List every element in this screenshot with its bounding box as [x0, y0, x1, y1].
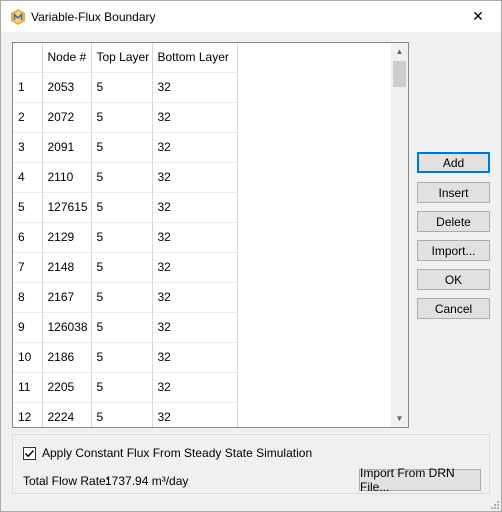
bottom-layer-cell[interactable]: 32	[152, 401, 238, 427]
row-number-cell: 12	[13, 401, 43, 427]
top-layer-cell[interactable]: 5	[91, 251, 153, 282]
column-header-top-layer[interactable]: Top Layer	[91, 43, 153, 72]
cancel-button[interactable]: Cancel	[417, 298, 490, 319]
table-row[interactable]: 4 2110 5 32	[13, 161, 238, 192]
row-number-cell: 7	[13, 251, 43, 282]
node-cell[interactable]: 2148	[42, 251, 92, 282]
table-row[interactable]: 6 2129 5 32	[13, 221, 238, 252]
bottom-layer-cell[interactable]: 32	[152, 251, 238, 282]
bottom-layer-cell[interactable]: 32	[152, 191, 238, 222]
close-icon[interactable]: ✕	[455, 1, 501, 31]
top-layer-cell[interactable]: 5	[91, 101, 153, 132]
top-layer-cell[interactable]: 5	[91, 341, 153, 372]
bottom-layer-cell[interactable]: 32	[152, 371, 238, 402]
top-layer-cell[interactable]: 5	[91, 371, 153, 402]
window-title: Variable-Flux Boundary	[31, 10, 156, 24]
node-cell[interactable]: 2091	[42, 131, 92, 162]
node-cell[interactable]: 127615	[42, 191, 92, 222]
apply-constant-flux-checkbox[interactable]	[23, 447, 36, 460]
table-row[interactable]: 5 127615 5 32	[13, 191, 238, 222]
title-bar: Variable-Flux Boundary ✕	[1, 1, 501, 32]
row-number-cell: 9	[13, 311, 43, 342]
ok-button[interactable]: OK	[417, 269, 490, 290]
top-layer-cell[interactable]: 5	[91, 161, 153, 192]
table-row[interactable]: 9 126038 5 32	[13, 311, 238, 342]
table-header-row: Node # Top Layer Bottom Layer	[13, 43, 238, 72]
node-cell[interactable]: 2224	[42, 401, 92, 427]
node-cell[interactable]: 2186	[42, 341, 92, 372]
total-flow-rate-label: Total Flow Rate:	[23, 474, 110, 488]
add-button[interactable]: Add	[417, 152, 490, 173]
node-cell[interactable]: 126038	[42, 311, 92, 342]
top-layer-cell[interactable]: 5	[91, 281, 153, 312]
table-body: 1 2053 5 32 2 2072 5 32 3 2091 5 32 4 2110 5 32 5 127615 5…	[13, 71, 238, 427]
bottom-layer-cell[interactable]: 32	[152, 221, 238, 252]
table-row[interactable]: 11 2205 5 32	[13, 371, 238, 402]
node-cell[interactable]: 2072	[42, 101, 92, 132]
bottom-layer-cell[interactable]: 32	[152, 71, 238, 102]
top-layer-cell[interactable]: 5	[91, 401, 153, 427]
top-layer-cell[interactable]: 5	[91, 191, 153, 222]
import-from-drn-button[interactable]: Import From DRN File...	[359, 466, 481, 494]
top-layer-cell[interactable]: 5	[91, 311, 153, 342]
row-number-cell: 3	[13, 131, 43, 162]
table-row[interactable]: 12 2224 5 32	[13, 401, 238, 427]
bottom-layer-cell[interactable]: 32	[152, 131, 238, 162]
column-header-node[interactable]: Node #	[42, 43, 92, 72]
check-icon	[25, 450, 35, 458]
row-number-cell: 10	[13, 341, 43, 372]
column-header-bottom-layer[interactable]: Bottom Layer	[152, 43, 238, 72]
row-number-cell: 2	[13, 101, 43, 132]
node-cell[interactable]: 2110	[42, 161, 92, 192]
row-number-cell: 1	[13, 71, 43, 102]
node-cell[interactable]: 2205	[42, 371, 92, 402]
resize-grip-icon[interactable]	[489, 499, 499, 509]
options-panel: Apply Constant Flux From Steady State Si…	[12, 434, 490, 494]
table-row[interactable]: 10 2186 5 32	[13, 341, 238, 372]
row-number-cell: 11	[13, 371, 43, 402]
bottom-layer-cell[interactable]: 32	[152, 281, 238, 312]
bottom-layer-cell[interactable]: 32	[152, 161, 238, 192]
scroll-thumb[interactable]	[393, 61, 406, 87]
bottom-layer-cell[interactable]: 32	[152, 341, 238, 372]
node-cell[interactable]: 2053	[42, 71, 92, 102]
table-row[interactable]: 3 2091 5 32	[13, 131, 238, 162]
delete-button[interactable]: Delete	[417, 211, 490, 232]
total-flow-rate-value: 1737.94 m³/day	[105, 474, 189, 488]
row-number-cell: 5	[13, 191, 43, 222]
scroll-down-icon[interactable]: ▼	[391, 410, 408, 427]
insert-button[interactable]: Insert	[417, 182, 490, 203]
top-layer-cell[interactable]: 5	[91, 131, 153, 162]
node-table: Node # Top Layer Bottom Layer 1 2053 5 32 2 2…	[13, 43, 238, 427]
top-layer-cell[interactable]: 5	[91, 221, 153, 252]
table-row[interactable]: 1 2053 5 32	[13, 71, 238, 102]
mesh-app-icon	[11, 9, 25, 25]
vertical-scrollbar[interactable]: ▲ ▼	[391, 43, 408, 427]
table-row[interactable]: 8 2167 5 32	[13, 281, 238, 312]
scroll-up-icon[interactable]: ▲	[391, 43, 408, 60]
node-grid[interactable]: Node # Top Layer Bottom Layer 1 2053 5 32 2 2…	[12, 42, 409, 428]
row-number-cell: 8	[13, 281, 43, 312]
column-header-index[interactable]	[13, 43, 43, 72]
bottom-layer-cell[interactable]: 32	[152, 311, 238, 342]
dialog-window: Variable-Flux Boundary ✕ Node # Top Laye…	[0, 0, 502, 512]
table-row[interactable]: 2 2072 5 32	[13, 101, 238, 132]
row-number-cell: 6	[13, 221, 43, 252]
node-cell[interactable]: 2167	[42, 281, 92, 312]
row-number-cell: 4	[13, 161, 43, 192]
apply-constant-flux-label[interactable]: Apply Constant Flux From Steady State Si…	[42, 446, 312, 460]
table-row[interactable]: 7 2148 5 32	[13, 251, 238, 282]
bottom-layer-cell[interactable]: 32	[152, 101, 238, 132]
top-layer-cell[interactable]: 5	[91, 71, 153, 102]
node-cell[interactable]: 2129	[42, 221, 92, 252]
import-button[interactable]: Import...	[417, 240, 490, 261]
